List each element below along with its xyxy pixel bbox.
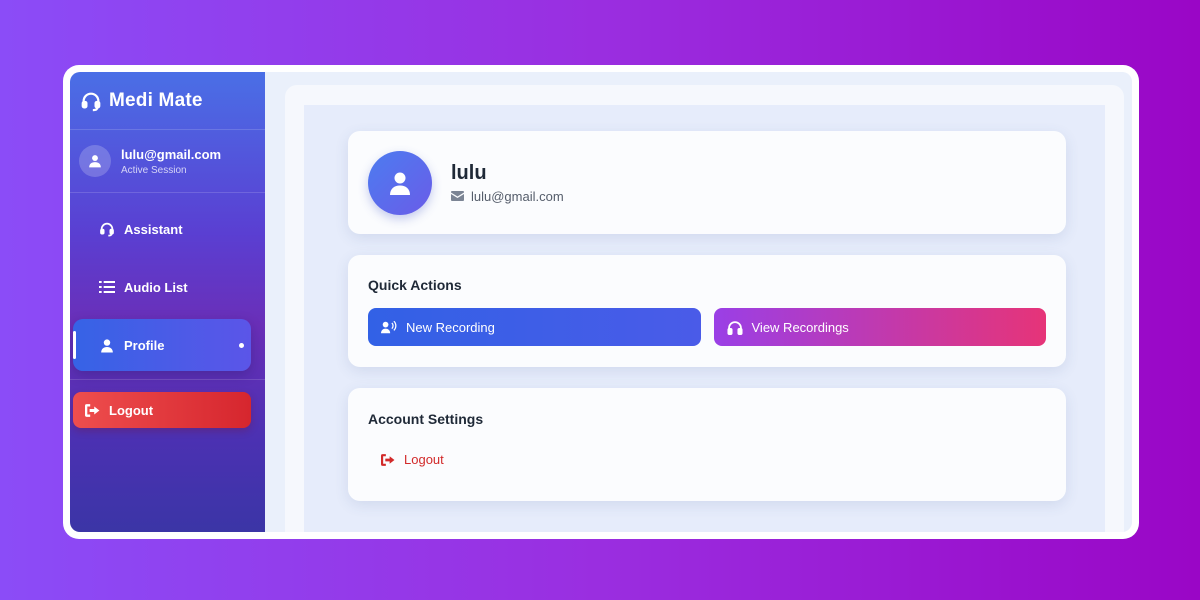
user-icon [390,172,410,195]
main-content: lulu lulu@gmail.com Quick Actions New Re… [265,72,1132,532]
app-title: Medi Mate [109,89,203,111]
logout-label: Logout [109,402,154,418]
avatar [79,145,111,177]
quick-actions-card: Quick Actions New Recording View Recordi… [348,255,1066,367]
view-recordings-button[interactable]: View Recordings [713,308,1046,346]
user-status: Active Session [121,164,187,176]
user-session: lulu@gmail.com Active Session [70,130,265,193]
sidebar-item-label: Profile [124,337,165,353]
envelope-icon [451,191,464,201]
sidebar-logout-button[interactable]: Logout [73,392,251,428]
list-icon [98,280,116,294]
sidebar-item-assistant[interactable]: Assistant [73,203,251,255]
app-window: Medi Mate lulu@gmail.com Active Session [70,72,1132,532]
active-indicator-dot [239,343,244,348]
content-inner: lulu lulu@gmail.com Quick Actions New Re… [304,105,1105,532]
user-icon [89,155,101,168]
sidebar-item-label: Audio List [124,279,188,295]
account-settings-card: Account Settings Logout [348,388,1066,501]
headset-icon [79,89,103,113]
content-panel: lulu lulu@gmail.com Quick Actions New Re… [285,85,1124,532]
profile-card: lulu lulu@gmail.com [348,131,1066,234]
profile-avatar [368,150,432,215]
sign-out-icon [85,403,100,417]
new-recording-label: New Recording [406,319,495,335]
sidebar-item-label: Assistant [124,221,183,237]
brand: Medi Mate [70,72,265,130]
headset-icon [98,221,116,237]
new-recording-button[interactable]: New Recording [368,308,701,346]
profile-email-row: lulu@gmail.com [451,189,564,204]
sidebar: Medi Mate lulu@gmail.com Active Session [70,72,265,532]
profile-name: lulu [451,161,487,184]
headphones-icon [726,320,743,335]
profile-email: lulu@gmail.com [471,188,564,204]
sidebar-nav: Assistant Audio List Profile [70,193,265,371]
quick-actions-title: Quick Actions [368,277,462,293]
app-frame: Medi Mate lulu@gmail.com Active Session [63,65,1139,539]
sidebar-divider [70,379,265,380]
view-recordings-label: View Recordings [751,319,849,335]
settings-logout-label: Logout [404,452,444,467]
quick-actions-row: New Recording View Recordings [368,308,1046,346]
account-settings-title: Account Settings [368,411,484,427]
user-voice-icon [381,320,397,334]
sidebar-item-audio-list[interactable]: Audio List [73,261,251,313]
user-icon [98,338,116,353]
user-email: lulu@gmail.com [121,146,222,162]
sign-out-icon [381,453,395,466]
sidebar-item-profile[interactable]: Profile [73,319,251,371]
settings-logout-button[interactable]: Logout [381,452,1046,467]
